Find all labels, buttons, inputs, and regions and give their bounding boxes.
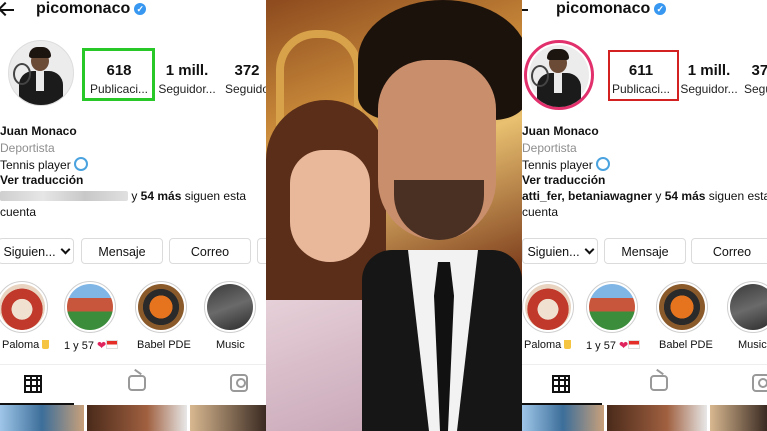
beer-emoji-icon xyxy=(564,340,572,349)
story-label: Music xyxy=(738,339,767,351)
following-button[interactable]: Siguien... xyxy=(522,238,598,264)
flag-emoji-icon xyxy=(106,340,119,349)
post-thumbnail[interactable] xyxy=(0,405,84,431)
message-button[interactable]: Mensaje xyxy=(81,238,163,264)
story-highlight[interactable] xyxy=(727,281,767,333)
post-thumbnail[interactable] xyxy=(522,405,604,431)
story-label: Babel PDE xyxy=(659,339,713,351)
more-button[interactable] xyxy=(257,238,266,264)
followed-by[interactable]: y 54 más siguen esta xyxy=(0,189,246,203)
email-button[interactable]: Correo xyxy=(169,238,251,264)
followers-stat[interactable]: 1 mill. Seguidor... xyxy=(156,62,218,96)
verified-badge-icon: ✓ xyxy=(134,3,147,15)
highlight-box xyxy=(82,48,155,101)
story-highlight[interactable] xyxy=(135,281,187,333)
back-arrow-icon[interactable] xyxy=(522,2,530,18)
heart-emoji-icon: ❤ xyxy=(619,340,629,352)
avatar[interactable] xyxy=(524,40,594,110)
selfie-photo xyxy=(266,0,522,431)
profile-tabs xyxy=(0,364,266,405)
translate-link[interactable]: Ver traducción xyxy=(522,173,605,187)
story-highlight[interactable] xyxy=(0,281,48,333)
email-button[interactable]: Correo xyxy=(691,238,767,264)
tab-tagged[interactable] xyxy=(200,365,266,405)
story-highlight[interactable] xyxy=(204,281,256,333)
followed-by[interactable]: atti_fer, betaniawagner y 54 más siguen … xyxy=(522,189,767,203)
followed-by-end: cuenta xyxy=(522,205,559,219)
highlight-box xyxy=(608,50,679,101)
username: picomonaco ✓ xyxy=(36,0,147,18)
tennis-racket-icon xyxy=(73,157,88,171)
tab-igtv[interactable] xyxy=(98,365,178,405)
chevron-down-icon xyxy=(584,244,595,255)
beer-emoji-icon xyxy=(42,340,50,349)
post-thumbnail[interactable] xyxy=(190,405,266,431)
story-label: 1 y 57 ❤ xyxy=(586,339,641,352)
blurred-names xyxy=(0,191,128,201)
grid-icon xyxy=(552,375,570,393)
post-thumbnail[interactable] xyxy=(87,405,187,431)
story-label: Music xyxy=(216,339,245,351)
tagged-icon xyxy=(230,374,248,392)
chevron-down-icon xyxy=(60,244,71,255)
profile-name: Juan Monaco xyxy=(0,124,77,138)
story-label: Paloma xyxy=(524,339,572,351)
following-button[interactable]: Siguien... xyxy=(0,238,74,264)
username: picomonaco ✓ xyxy=(556,0,667,18)
followed-by-end: cuenta xyxy=(0,205,37,219)
post-thumbnail[interactable] xyxy=(607,405,707,431)
igtv-icon xyxy=(650,375,668,391)
followers-stat[interactable]: 1 mill. Seguidor... xyxy=(678,62,740,96)
verified-badge-icon: ✓ xyxy=(654,3,667,15)
profile-description: Tennis player xyxy=(522,157,610,172)
heart-emoji-icon: ❤ xyxy=(97,340,107,352)
grid-icon xyxy=(24,375,42,393)
translate-link[interactable]: Ver traducción xyxy=(0,173,83,187)
tagged-icon xyxy=(752,374,767,392)
tab-grid[interactable] xyxy=(522,365,602,405)
flag-emoji-icon xyxy=(628,340,641,349)
following-stat[interactable]: 372 Seguido xyxy=(222,62,266,96)
story-highlight[interactable] xyxy=(656,281,708,333)
back-arrow-icon[interactable] xyxy=(0,2,16,18)
profile-name: Juan Monaco xyxy=(522,124,599,138)
profile-tabs xyxy=(522,364,767,405)
story-label: 1 y 57 ❤ xyxy=(64,339,119,352)
following-stat[interactable]: 372 Seguido xyxy=(744,62,767,96)
tab-grid[interactable] xyxy=(0,365,74,405)
avatar[interactable] xyxy=(8,40,74,106)
story-highlight[interactable] xyxy=(64,281,116,333)
tab-tagged[interactable] xyxy=(722,365,767,405)
tab-igtv[interactable] xyxy=(620,365,700,405)
profile-panel-left: picomonaco ✓ 618 Publicaci... 1 mill. Seg… xyxy=(0,0,266,431)
profile-category: Deportista xyxy=(522,141,577,155)
story-label: Paloma xyxy=(2,339,50,351)
story-highlight[interactable] xyxy=(522,281,574,333)
message-button[interactable]: Mensaje xyxy=(604,238,686,264)
post-thumbnail[interactable] xyxy=(710,405,767,431)
story-label: Babel PDE xyxy=(137,339,191,351)
story-highlight[interactable] xyxy=(586,281,638,333)
profile-category: Deportista xyxy=(0,141,55,155)
profile-description: Tennis player xyxy=(0,157,88,172)
igtv-icon xyxy=(128,375,146,391)
tennis-racket-icon xyxy=(595,157,610,171)
